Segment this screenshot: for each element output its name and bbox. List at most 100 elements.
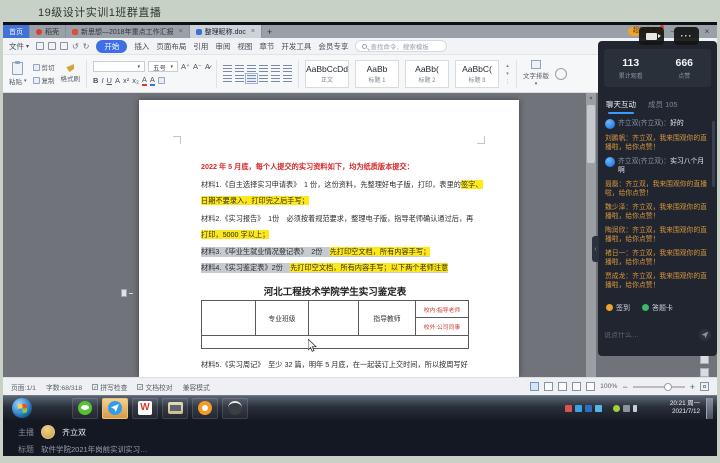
- chat-message-list[interactable]: 齐立双(齐立双)：好的 刘鹏帆：齐立双，我来围观你的直播啦，给你点赞！ 齐立双(…: [605, 119, 709, 297]
- sidebar-icon[interactable]: [700, 368, 709, 377]
- zoom-level[interactable]: 100%: [600, 383, 617, 390]
- tab-view[interactable]: 视图: [237, 41, 252, 52]
- highlight-color-button[interactable]: A: [142, 75, 147, 86]
- tab-document-active[interactable]: 整理昵称.doc×: [190, 25, 262, 38]
- underline-button[interactable]: U: [107, 76, 112, 85]
- close-tab-icon[interactable]: ×: [251, 28, 255, 35]
- align-left-icon[interactable]: [223, 75, 232, 82]
- tab-sections[interactable]: 章节: [259, 41, 274, 52]
- increase-indent-icon[interactable]: [259, 65, 268, 72]
- taskbar-browser-360[interactable]: [72, 398, 98, 419]
- spell-check-toggle[interactable]: ✓拼写检查: [92, 382, 127, 392]
- tray-icon-blue[interactable]: [575, 405, 582, 412]
- word-count[interactable]: 字数:68/318: [46, 382, 82, 392]
- send-button[interactable]: [699, 329, 711, 341]
- bold-button[interactable]: B: [93, 76, 98, 85]
- tray-network-icon[interactable]: [623, 405, 630, 412]
- paste-button[interactable]: 粘贴▾: [9, 62, 27, 86]
- character-shading-icon[interactable]: [158, 77, 165, 84]
- zoom-slider-knob[interactable]: [664, 383, 672, 391]
- chat-input[interactable]: [604, 332, 695, 339]
- tray-icon-sky[interactable]: [595, 405, 602, 412]
- view-read-icon[interactable]: [572, 382, 581, 391]
- align-justify-icon[interactable]: [247, 75, 256, 82]
- sort-icon[interactable]: [283, 65, 292, 72]
- grow-font-button[interactable]: A⁺: [181, 62, 190, 71]
- find-replace-icon[interactable]: [555, 68, 567, 80]
- close-tab-icon[interactable]: ×: [179, 28, 183, 35]
- tray-icon-red[interactable]: [565, 405, 572, 412]
- subscript-button[interactable]: x₂: [132, 76, 139, 85]
- new-tab-button[interactable]: +: [262, 25, 277, 38]
- taskbar-dingtalk-active[interactable]: [102, 398, 128, 419]
- tab-page-layout[interactable]: 页面布局: [156, 41, 186, 52]
- print-icon[interactable]: [48, 42, 56, 50]
- text-direction-icon[interactable]: [271, 65, 280, 72]
- taskbar-clock[interactable]: 20:21 周一 2021/7/12: [648, 400, 700, 416]
- copy-button[interactable]: 复制: [33, 75, 55, 85]
- print-preview-icon[interactable]: [60, 42, 68, 50]
- start-button[interactable]: [12, 398, 32, 418]
- tab-home[interactable]: 首页: [3, 25, 30, 38]
- chat-scrollbar[interactable]: [712, 121, 715, 187]
- font-color-button[interactable]: A: [150, 75, 155, 86]
- align-center-icon[interactable]: [235, 75, 244, 82]
- view-outline-icon[interactable]: [558, 382, 567, 391]
- answer-card-button[interactable]: 答题卡: [642, 303, 673, 313]
- style-gallery-scroll[interactable]: ▴▾⋮: [505, 63, 510, 85]
- zoom-slider[interactable]: [633, 386, 685, 388]
- tab-review[interactable]: 审阅: [215, 41, 230, 52]
- scroll-up-icon[interactable]: ▴: [586, 94, 596, 103]
- show-desktop-button[interactable]: [706, 398, 713, 419]
- number-list-icon[interactable]: [235, 65, 244, 72]
- shading-icon[interactable]: [271, 75, 280, 82]
- more-button[interactable]: ···: [674, 27, 699, 45]
- line-spacing-icon[interactable]: [259, 75, 268, 82]
- style-heading2[interactable]: AaBb(标题 2: [405, 60, 449, 88]
- font-size-select[interactable]: 五号▾: [148, 61, 178, 72]
- revision-marker-icon[interactable]: [121, 289, 135, 297]
- save-icon[interactable]: [36, 42, 44, 50]
- collapse-panel-handle[interactable]: ‹: [592, 236, 599, 262]
- superscript-button[interactable]: x²: [123, 76, 129, 85]
- taskbar-video-player[interactable]: [162, 398, 188, 419]
- bullet-list-icon[interactable]: [223, 65, 232, 72]
- camera-button[interactable]: [639, 27, 664, 45]
- text-layout-button[interactable]: 文字排版 ▾: [523, 60, 549, 87]
- tray-volume-icon[interactable]: [633, 405, 637, 412]
- tab-member-exclusive[interactable]: 会员专享: [318, 41, 348, 52]
- close-button[interactable]: ×: [701, 27, 713, 36]
- proofread-toggle[interactable]: ✓文档校对: [137, 382, 172, 392]
- fullscreen-icon[interactable]: [700, 382, 709, 391]
- italic-button[interactable]: I: [101, 76, 103, 85]
- decrease-indent-icon[interactable]: [247, 65, 256, 72]
- style-heading3[interactable]: AaBbC(标题 3: [455, 60, 499, 88]
- shrink-font-button[interactable]: A⁻: [193, 62, 202, 71]
- strikethrough-button[interactable]: A: [115, 76, 120, 85]
- command-search-input[interactable]: 查找命令、搜索模板: [355, 40, 447, 52]
- zoom-in-button[interactable]: +: [690, 382, 695, 392]
- tab-docer[interactable]: 稻壳: [30, 25, 66, 38]
- tab-members[interactable]: 成员 105: [648, 99, 678, 110]
- taskbar-app-recorder[interactable]: [222, 398, 248, 419]
- style-normal[interactable]: AaBbCcDd正文: [305, 60, 349, 88]
- file-menu[interactable]: 文件▾: [9, 41, 29, 52]
- view-write-icon[interactable]: [586, 382, 595, 391]
- border-icon[interactable]: [283, 75, 292, 82]
- font-name-select[interactable]: ▾: [93, 61, 145, 72]
- undo-icon[interactable]: ↺: [72, 42, 79, 51]
- taskbar-wps[interactable]: W: [132, 398, 158, 419]
- document-page[interactable]: 2022 年 5 月底，每个人提交的实习资料如下，均为纸质版本提交： 材料1.《…: [139, 100, 519, 377]
- tab-dev-tools[interactable]: 开发工具: [281, 41, 311, 52]
- format-painter-button[interactable]: 格式刷: [61, 64, 81, 83]
- scrollbar-thumb[interactable]: [587, 105, 595, 163]
- tab-references[interactable]: 引用: [193, 41, 208, 52]
- tray-icon-green[interactable]: [613, 405, 620, 412]
- document-scrollbar[interactable]: ▴: [586, 93, 596, 377]
- tab-chat-interaction[interactable]: 聊天互动: [606, 99, 636, 110]
- view-page-icon[interactable]: [530, 382, 539, 391]
- redo-icon[interactable]: ↻: [83, 42, 90, 51]
- cut-button[interactable]: 剪切: [33, 62, 55, 72]
- style-heading1[interactable]: AaBb标题 1: [355, 60, 399, 88]
- zoom-out-button[interactable]: −: [622, 382, 627, 392]
